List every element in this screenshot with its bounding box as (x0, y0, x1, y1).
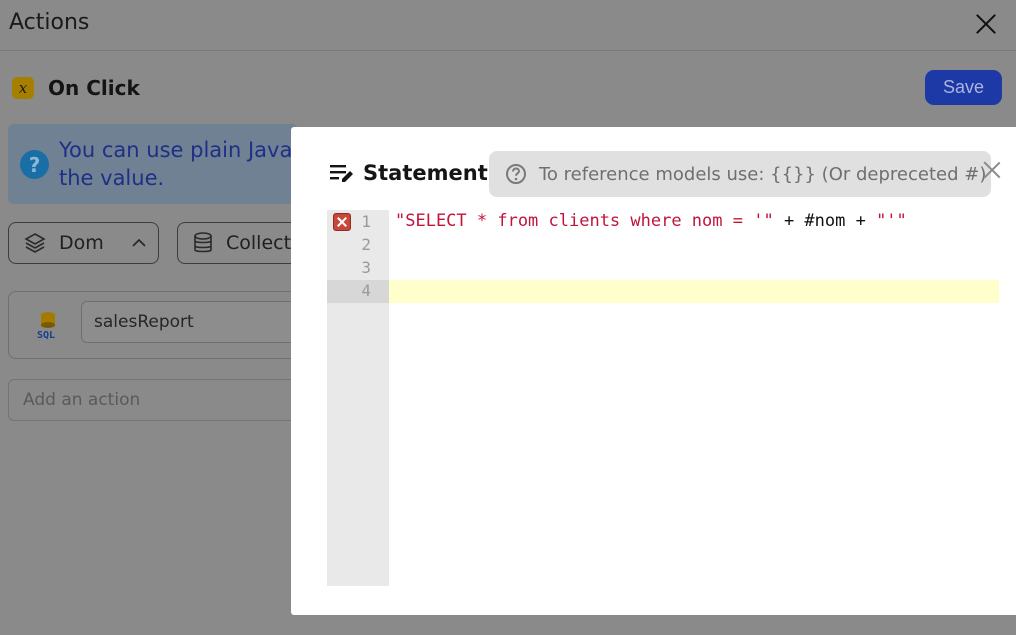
help-icon: ? (20, 150, 49, 179)
action-name-field[interactable]: salesReport (81, 301, 323, 343)
action-name: salesReport (94, 312, 194, 332)
code-editor[interactable]: 1 2 3 4 "SELECT * from clients where nom… (327, 210, 999, 586)
panel-header: Actions (0, 0, 1016, 51)
info-banner: ? You can use plain JavaScript to set th… (8, 124, 298, 204)
modal-header: Statement (329, 161, 488, 185)
event-label: On Click (48, 76, 140, 100)
line-number: 2 (361, 235, 371, 254)
database-icon (194, 232, 212, 253)
add-action-field[interactable] (8, 379, 310, 421)
code-line[interactable]: "SELECT * from clients where nom = '" + … (395, 211, 907, 231)
active-line-highlight (389, 280, 999, 303)
chevron-up-icon (132, 238, 146, 247)
close-icon[interactable] (983, 161, 1001, 179)
add-action-input[interactable] (21, 389, 295, 411)
modal-title: Statement (363, 161, 488, 185)
statement-modal: Statement To reference models use: {{}} … (291, 127, 1016, 615)
help-circle-icon (506, 164, 526, 184)
line-number: 4 (361, 281, 371, 300)
string-token: "'" (876, 211, 907, 231)
collection-chip-label: Collecti (226, 232, 297, 254)
line-number: 1 (361, 212, 371, 231)
function-icon: x (12, 77, 34, 99)
expression-token: + #nom + (773, 211, 877, 231)
layers-icon (24, 233, 46, 253)
error-icon[interactable] (333, 213, 351, 231)
info-text: You can use plain JavaScript to set the … (59, 138, 298, 190)
panel-title: Actions (9, 10, 90, 35)
string-token: "SELECT * from clients where nom = '" (395, 211, 774, 231)
hint-text: To reference models use: {{}} (Or deprec… (539, 163, 987, 185)
reference-hint: To reference models use: {{}} (Or deprec… (489, 151, 991, 197)
close-icon[interactable] (974, 12, 998, 36)
dom-chip[interactable]: Dom (8, 222, 159, 264)
action-card[interactable]: SQL salesReport (8, 291, 323, 359)
dom-chip-label: Dom (59, 232, 104, 254)
edit-notes-icon (330, 165, 353, 182)
line-number: 3 (361, 258, 371, 277)
sql-icon-label: SQL (37, 330, 55, 340)
event-row: x On Click (12, 76, 140, 100)
sql-icon: SQL (37, 312, 55, 340)
save-button[interactable]: Save (925, 70, 1002, 105)
